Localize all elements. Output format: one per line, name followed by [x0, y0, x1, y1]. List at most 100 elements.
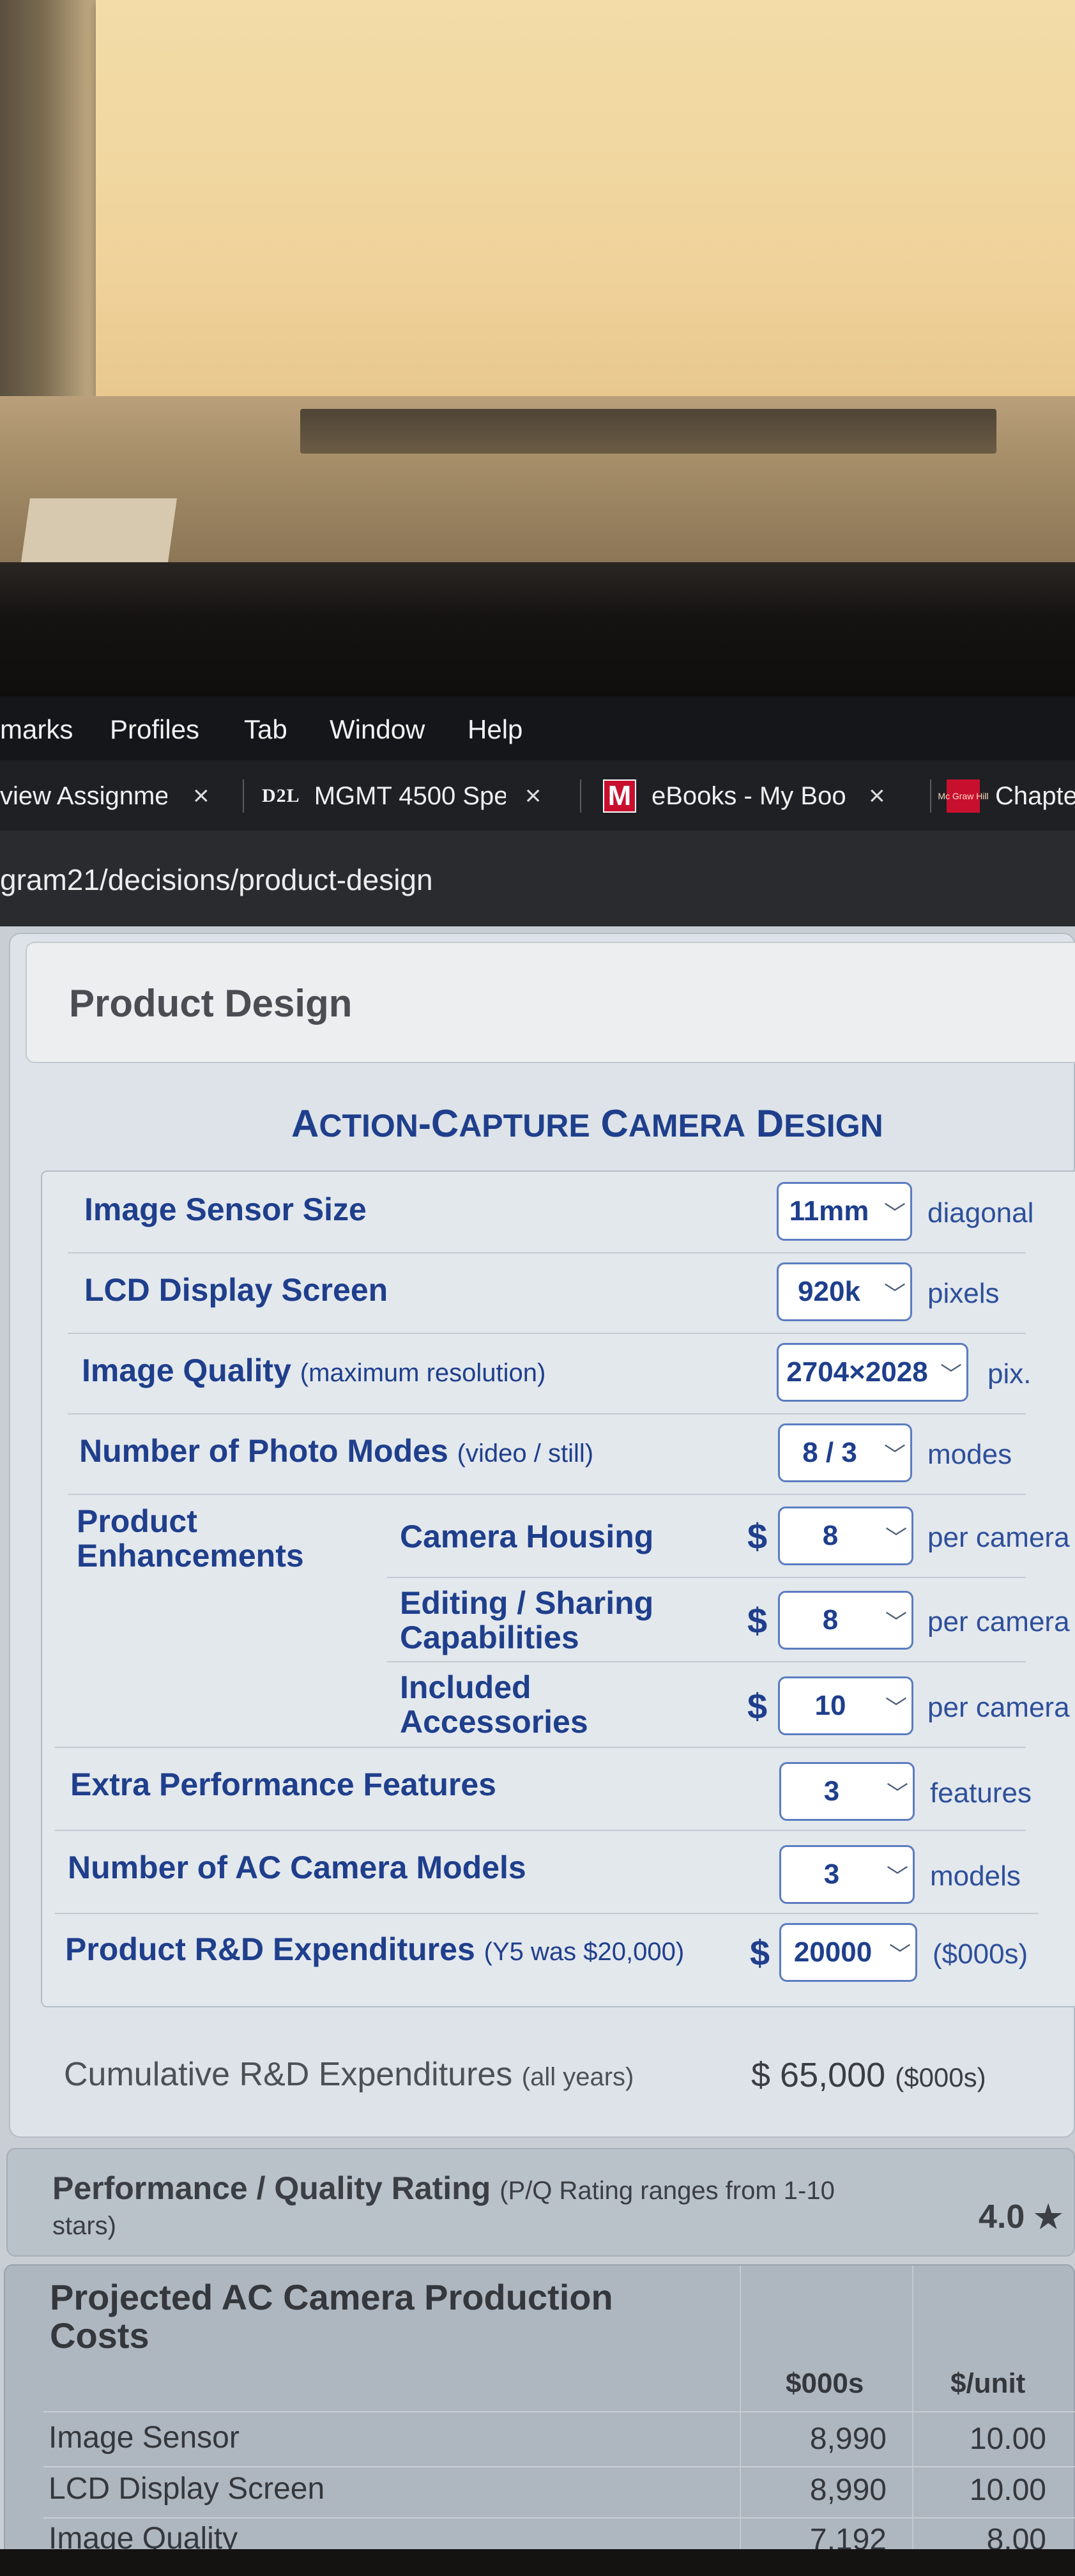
image-quality-unit: pix. — [987, 1358, 1032, 1390]
tab-label: Chapte — [995, 781, 1075, 810]
editing-sharing-select[interactable]: 8 ﹀ — [778, 1591, 913, 1650]
menu-help[interactable]: Help — [468, 714, 522, 745]
rd-expenditures-unit: ($000s) — [933, 1938, 1028, 1970]
title-line: Projected AC Camera Production — [50, 2277, 613, 2317]
lcd-select[interactable]: 920k ﹀ — [777, 1262, 912, 1321]
address-bar[interactable]: gram21/decisions/product-design — [0, 831, 1075, 926]
chevron-down-icon: ﹀ — [884, 1443, 906, 1468]
camera-housing-select[interactable]: 8 ﹀ — [778, 1506, 913, 1565]
photo-modes-select[interactable]: 8 / 3 ﹀ — [778, 1423, 912, 1482]
menu-profiles[interactable]: Profiles — [110, 714, 199, 745]
label-line: Editing / Sharing — [400, 1585, 654, 1621]
mcgraw-m-logo-icon: M — [603, 779, 636, 813]
lcd-label: LCD Display Screen — [84, 1272, 388, 1308]
label-text: Product R&D Expenditures — [65, 1931, 475, 1967]
cost-row-label: Image Sensor — [49, 2421, 240, 2455]
monitor-bottom-edge — [0, 2549, 1075, 2576]
value-unit: ($000s) — [895, 2062, 986, 2092]
row-divider — [387, 1577, 1026, 1578]
dollar-sign: $ — [747, 1686, 768, 1726]
label-sub: (video / still) — [457, 1439, 594, 1468]
extra-features-unit: features — [930, 1777, 1032, 1809]
tab-mgmt[interactable]: D2L MGMT 4500 Spe × — [262, 779, 541, 813]
chevron-down-icon: ﹀ — [887, 1864, 908, 1889]
label-line: Product — [77, 1503, 197, 1539]
accessories-select[interactable]: 10 ﹀ — [778, 1676, 913, 1735]
photo-modes-unit: modes — [927, 1439, 1012, 1470]
label-text: Image Quality — [82, 1353, 291, 1388]
menu-tab[interactable]: Tab — [244, 714, 287, 745]
dollar-sign: $ — [747, 1600, 768, 1641]
photo-modes-label: Number of Photo Modes (video / still) — [79, 1434, 593, 1471]
row-divider — [55, 1747, 1026, 1748]
sensor-size-unit: diagonal — [927, 1197, 1034, 1229]
cost-row-unit: 10.00 — [969, 2473, 1046, 2507]
cost-row-total: 8,990 — [809, 2422, 887, 2456]
row-divider — [68, 1494, 1026, 1495]
cost-row-label: LCD Display Screen — [49, 2472, 325, 2506]
page-header: Product Design — [26, 942, 1075, 1063]
url-text: gram21/decisions/product-design — [0, 863, 433, 896]
menu-window[interactable]: Window — [330, 714, 425, 745]
label-line: Capabilities — [400, 1620, 579, 1655]
tab-separator — [580, 779, 581, 813]
camera-housing-unit: per camera — [927, 1522, 1070, 1553]
label-sub: (Y5 was $20,000) — [484, 1938, 685, 1966]
accessories-unit: per camera — [927, 1692, 1070, 1723]
background-object — [20, 498, 178, 562]
row-divider — [387, 1661, 1026, 1662]
label-text: Cumulative R&D Expenditures — [64, 2056, 513, 2093]
camera-housing-label: Camera Housing — [400, 1519, 654, 1554]
chevron-down-icon: ﹀ — [885, 1610, 907, 1635]
chevron-down-icon: ﹀ — [884, 1201, 906, 1226]
camera-models-unit: models — [930, 1860, 1021, 1892]
background-room — [0, 0, 1075, 562]
row-divider — [43, 2411, 1075, 2412]
enhancements-group-label: Product Enhancements — [77, 1504, 304, 1573]
rd-expenditures-select[interactable]: 20000 ﹀ — [779, 1923, 917, 1982]
pq-rating-label-cont: stars) — [52, 2212, 116, 2240]
close-icon[interactable]: × — [193, 780, 210, 812]
tab-ebooks[interactable]: M eBooks - My Boo × — [603, 779, 885, 813]
pq-rating-value: 4.0 ★ — [979, 2198, 1063, 2236]
tab-separator — [930, 779, 931, 813]
cumulative-rd-value: $ 65,000 ($000s) — [751, 2055, 986, 2095]
menu-bookmarks[interactable]: marks — [0, 714, 73, 745]
d2l-logo-icon: D2L — [262, 785, 300, 806]
editing-sharing-label: Editing / Sharing Capabilities — [400, 1586, 653, 1655]
select-value: 2704×2028 — [786, 1356, 928, 1388]
select-value: 8 — [822, 1604, 839, 1636]
design-table: Image Sensor Size 11mm ﹀ diagonal LCD Di… — [41, 1170, 1075, 2007]
close-icon[interactable]: × — [525, 780, 542, 812]
cost-row-unit: 10.00 — [969, 2422, 1046, 2456]
title-part: -C — [418, 1102, 459, 1145]
sensor-size-label: Image Sensor Size — [84, 1192, 367, 1227]
costs-title: Projected AC Camera Production Costs — [50, 2278, 689, 2355]
cumulative-rd-label: Cumulative R&D Expenditures (all years) — [64, 2055, 634, 2094]
extra-features-select[interactable]: 3 ﹀ — [779, 1762, 915, 1821]
sensor-size-select[interactable]: 11mm ﹀ — [777, 1182, 912, 1241]
select-value: 8 — [822, 1520, 839, 1551]
row-divider — [68, 1333, 1026, 1334]
close-icon[interactable]: × — [869, 780, 885, 812]
image-quality-select[interactable]: 2704×2028 ﹀ — [777, 1343, 968, 1402]
tab-chapter[interactable]: Mc Graw Hill Chapte — [938, 779, 1075, 813]
background-monitor-stand — [300, 409, 996, 454]
extra-features-label: Extra Performance Features — [70, 1767, 496, 1802]
label-sub: (maximum resolution) — [300, 1359, 546, 1387]
chevron-down-icon: ﹀ — [885, 1696, 907, 1721]
title-part: AMERA — [628, 1108, 746, 1144]
select-value: 11mm — [789, 1195, 869, 1227]
title-part: ESIGN — [784, 1108, 883, 1144]
label-text: Number of Photo Modes — [79, 1433, 448, 1469]
label-line: Accessories — [400, 1704, 588, 1740]
rating-number: 4.0 — [979, 2198, 1025, 2235]
tab-assignment[interactable]: view Assignme × — [0, 779, 210, 813]
rd-expenditures-label: Product R&D Expenditures (Y5 was $20,000… — [65, 1932, 684, 1969]
page-content: Product Design ACTION-CAPTURE CAMERA DES… — [0, 926, 1075, 2576]
accessories-label: Included Accessories — [400, 1670, 588, 1739]
label-sub: (P/Q Rating ranges from 1-10 — [499, 2177, 835, 2205]
chevron-down-icon: ﹀ — [885, 1526, 907, 1551]
camera-models-select[interactable]: 3 ﹀ — [779, 1845, 915, 1904]
row-divider — [43, 2466, 1075, 2467]
